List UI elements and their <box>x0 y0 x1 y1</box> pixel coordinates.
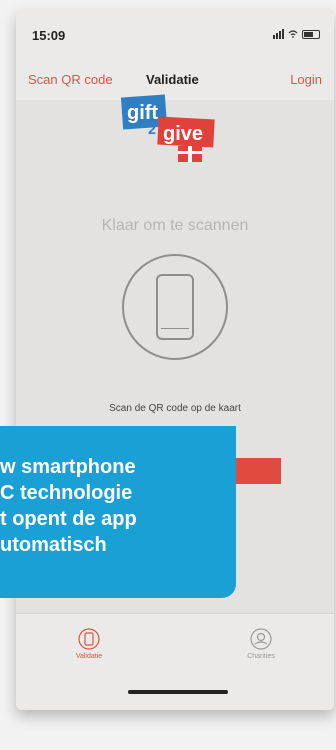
status-time: 15:09 <box>32 28 66 43</box>
scan-qr-code-link[interactable]: Scan QR code <box>28 72 113 87</box>
tab-charities[interactable]: Charities <box>226 628 296 660</box>
callout-line: utomatisch <box>0 534 107 556</box>
phone-icon <box>78 628 100 650</box>
wifi-icon <box>288 30 298 38</box>
scan-phone-icon <box>122 254 228 360</box>
signal-icon <box>273 29 284 39</box>
battery-icon <box>302 29 320 39</box>
phone-screen: 15:09 Scan QR code Validatie Login gift … <box>16 10 334 710</box>
svg-text:2: 2 <box>148 121 156 137</box>
tab-validatie[interactable]: Validatie <box>54 628 124 660</box>
phone-icon <box>156 274 194 340</box>
callout-line: w smartphone <box>0 456 136 478</box>
login-link[interactable]: Login <box>290 72 322 87</box>
charity-icon <box>250 628 272 650</box>
callout-banner: w smartphone C technologie t opent de ap… <box>0 426 236 598</box>
tab-label: Charities <box>247 653 275 660</box>
status-icons <box>273 29 320 39</box>
callout-line: t opent de app <box>0 508 137 530</box>
gift2give-logo: gift 2 give <box>120 94 215 162</box>
svg-text:give: give <box>163 123 203 145</box>
scan-instruction: Scan de QR code op de kaart <box>109 403 241 414</box>
page-title: Validatie <box>146 72 199 87</box>
tab-bar: Validatie Charities <box>16 613 334 710</box>
status-bar: 15:09 <box>16 10 334 60</box>
home-indicator <box>128 690 228 694</box>
callout-line: C technologie <box>0 482 133 504</box>
ready-to-scan-text: Klaar om te scannen <box>101 217 249 234</box>
tab-label: Validatie <box>75 653 103 660</box>
